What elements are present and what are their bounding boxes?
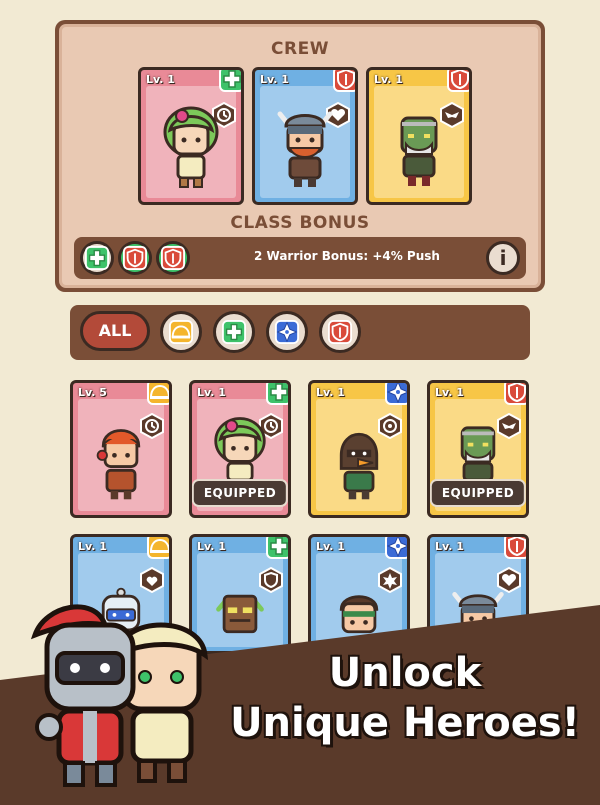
miner-hero-avatar <box>96 429 141 500</box>
healer-hero-avatar <box>214 417 266 481</box>
crew-card-healer[interactable]: Lv. 1 <box>138 67 244 205</box>
equipped-badge: EQUIPPED <box>192 479 288 507</box>
orc-hero-avatar <box>460 426 496 481</box>
filter-shuriken-button[interactable] <box>266 311 308 353</box>
card-level: Lv. 1 <box>435 540 464 553</box>
filter-helmet-button[interactable] <box>160 311 202 353</box>
shield-icon <box>328 320 352 344</box>
knight-and-elf-heroes-art <box>30 604 209 787</box>
card-level: Lv. 1 <box>197 540 226 553</box>
roster-card[interactable]: Lv. 1 EQUIPPED <box>427 380 529 518</box>
shuriken-icon <box>275 320 299 344</box>
class-bonus-bar: 2 Warrior Bonus: +4% Push i <box>74 237 526 279</box>
filter-shield-button[interactable] <box>319 311 361 353</box>
card-level: Lv. 1 <box>316 540 345 553</box>
card-level: Lv. 1 <box>197 386 226 399</box>
card-level: Lv. 1 <box>260 73 289 86</box>
shield-icon <box>447 67 472 92</box>
plus-icon <box>219 67 244 92</box>
helmet-icon <box>147 380 172 405</box>
card-level: Lv. 1 <box>316 386 345 399</box>
crew-card-viking[interactable]: Lv. 1 <box>252 67 358 205</box>
roster-card[interactable]: Lv. 1 EQUIPPED <box>189 380 291 518</box>
class-bonus-text: 2 Warrior Bonus: +4% Push <box>254 249 440 263</box>
crew-title: CREW <box>271 39 329 59</box>
plus-icon <box>80 241 114 275</box>
plus-icon <box>222 320 246 344</box>
banner-line-2: Unique Heroes! <box>230 700 580 746</box>
shield-icon <box>156 241 190 275</box>
card-level: Lv. 1 <box>146 73 175 86</box>
class-filter-bar: ALL <box>70 305 530 360</box>
shuriken-icon <box>385 534 410 559</box>
roster-card[interactable]: Lv. 1 <box>308 380 410 518</box>
card-level: Lv. 1 <box>374 73 403 86</box>
card-level: Lv. 1 <box>435 386 464 399</box>
shield-icon <box>118 241 152 275</box>
healer-hero-avatar <box>163 106 219 188</box>
shield-icon <box>333 67 358 92</box>
plus-icon <box>266 380 291 405</box>
class-bonus-title: CLASS BONUS <box>230 213 370 233</box>
crew-panel-inner: CREW Lv. 1 Lv. 1 Lv. 1 CLASS BONUS 2 War… <box>59 24 541 288</box>
banner-line-1: Unlock <box>328 650 482 696</box>
card-level: Lv. 1 <box>78 540 107 553</box>
info-button[interactable]: i <box>486 241 520 275</box>
filter-all-button[interactable]: ALL <box>80 311 150 351</box>
helmet-icon <box>147 534 172 559</box>
crew-card-orc[interactable]: Lv. 1 <box>366 67 472 205</box>
viking-hero-avatar <box>277 111 333 187</box>
helmet-icon <box>169 320 193 344</box>
plus-icon <box>266 534 291 559</box>
shuriken-icon <box>385 380 410 405</box>
equipped-badge: EQUIPPED <box>430 479 526 507</box>
filter-plus-button[interactable] <box>213 311 255 353</box>
orc-hero-avatar <box>400 116 438 186</box>
shield-icon <box>504 380 529 405</box>
shield-icon <box>504 534 529 559</box>
roster-card[interactable]: Lv. 5 <box>70 380 172 518</box>
bird-ninja-hero-avatar <box>339 432 379 500</box>
banner-headline: Unlock Unique Heroes! <box>215 648 595 748</box>
card-level: Lv. 5 <box>78 386 107 399</box>
crew-panel: CREW Lv. 1 Lv. 1 Lv. 1 CLASS BONUS 2 War… <box>55 20 545 292</box>
